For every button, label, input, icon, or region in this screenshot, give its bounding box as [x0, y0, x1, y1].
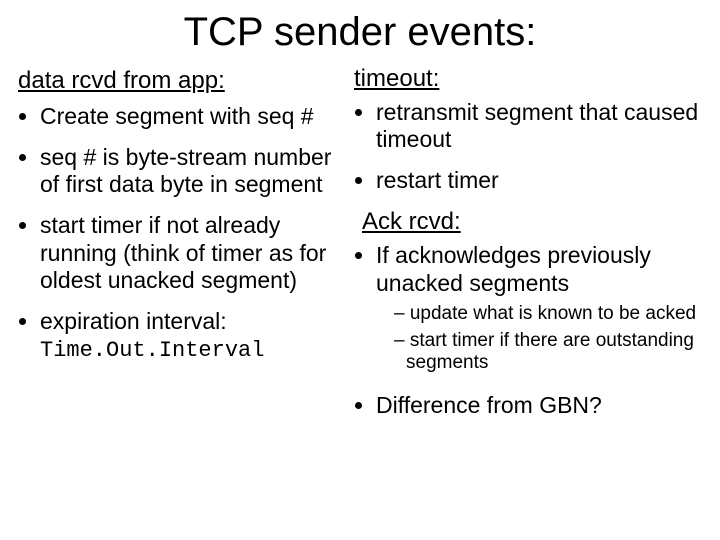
right-sub-2: start timer if there are outstanding seg… [394, 330, 702, 374]
right-bullet-retransmit: retransmit segment that caused timeout [376, 99, 702, 153]
right-bullet-diff: Difference from GBN? [376, 392, 702, 419]
left-bullet-3: start timer if not already running (thin… [40, 212, 338, 293]
left-bullet-2: seq # is byte-stream number of first dat… [40, 144, 338, 198]
right-sub-1: update what is known to be acked [394, 303, 702, 325]
right-bullets-ack: If acknowledges previously unacked segme… [354, 242, 702, 419]
columns: data rcvd from app: Create segment with … [18, 63, 702, 433]
right-bullet-ack-text: If acknowledges previously unacked segme… [376, 242, 651, 295]
left-code: Time.Out.Interval [40, 338, 264, 363]
slide: TCP sender events: data rcvd from app: C… [0, 0, 720, 540]
left-bullet-4-text: expiration interval: [40, 308, 227, 334]
right-column: timeout: retransmit segment that caused … [354, 63, 702, 433]
right-bullets-timeout: retransmit segment that caused timeout r… [354, 99, 702, 194]
left-heading: data rcvd from app: [18, 67, 338, 95]
left-bullet-4: expiration interval: Time.Out.Interval [40, 308, 338, 364]
right-bullet-ack: If acknowledges previously unacked segme… [376, 242, 702, 374]
right-sub-bullets: update what is known to be acked start t… [376, 303, 702, 375]
left-column: data rcvd from app: Create segment with … [18, 63, 338, 433]
right-heading-ack: Ack rcvd: [362, 208, 702, 236]
slide-title: TCP sender events: [18, 10, 702, 55]
left-bullets: Create segment with seq # seq # is byte-… [18, 103, 338, 364]
right-heading-timeout: timeout: [354, 65, 702, 93]
left-bullet-1: Create segment with seq # [40, 103, 338, 130]
right-bullet-restart: restart timer [376, 167, 702, 194]
